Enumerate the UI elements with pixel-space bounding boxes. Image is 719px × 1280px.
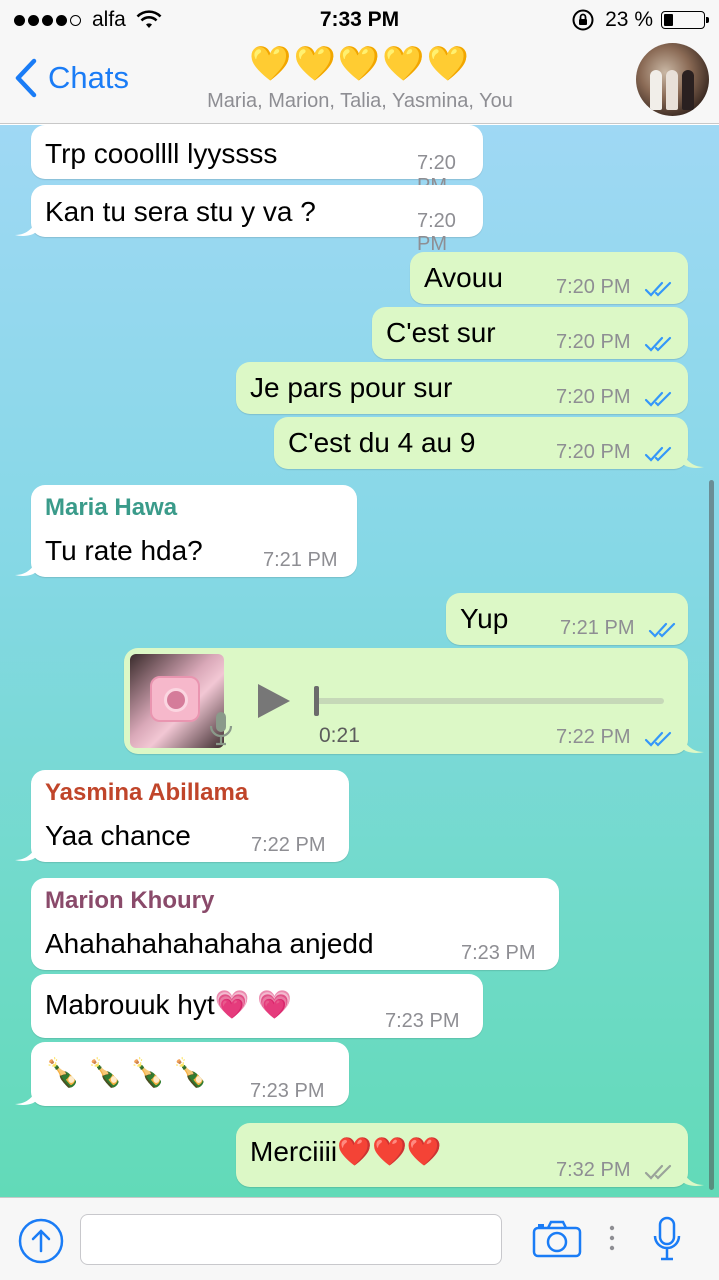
incoming-message-bubble[interactable]: Mabrouuk hyt💗 💗 7:23 PM (31, 974, 483, 1038)
message-text: Kan tu sera stu y va ? (45, 196, 316, 227)
incoming-message-bubble[interactable]: Marion Khoury Ahahahahahahaha anjedd 7:23 … (31, 878, 559, 970)
message-text: Trp cooollll lyyssss (45, 138, 278, 169)
camera-icon[interactable] (532, 1220, 582, 1258)
battery-icon (661, 11, 709, 29)
message-text: Tu rate hda? (45, 535, 203, 566)
outgoing-message-bubble[interactable]: C'est sur 7:20 PM (372, 307, 688, 359)
delivered-receipt-icon (644, 1164, 672, 1180)
group-participants[interactable]: Maria, Marion, Talia, Yasmina, You (150, 90, 570, 113)
outgoing-message-bubble[interactable]: Yup 7:21 PM (446, 593, 688, 645)
audio-duration: 0:21 (319, 724, 360, 747)
message-timestamp: 7:20 PM (417, 210, 456, 255)
bubble-tail (15, 842, 37, 861)
message-timestamp: 7:21 PM (263, 549, 338, 571)
message-timestamp: 7:23 PM (385, 1010, 460, 1032)
message-timestamp: 7:20 PM (556, 331, 631, 353)
read-receipt-icon (644, 446, 672, 462)
sender-name[interactable]: Yasmina Abillama (45, 779, 248, 807)
message-text: 🍾 🍾 🍾 🍾 (45, 1057, 208, 1088)
more-icon[interactable] (608, 1225, 616, 1251)
audio-scrubber-handle[interactable] (314, 686, 319, 716)
rotation-lock-icon (572, 9, 594, 31)
read-receipt-icon (648, 622, 676, 638)
bubble-tail (682, 1167, 704, 1186)
incoming-message-bubble[interactable]: Maria Hawa Tu rate hda? 7:21 PM (15, 485, 357, 577)
sender-name[interactable]: Marion Khoury (45, 887, 214, 915)
upload-icon[interactable] (18, 1218, 64, 1264)
read-receipt-icon (644, 391, 672, 407)
outgoing-message-bubble[interactable]: C'est du 4 au 9 7:20 PM (274, 417, 704, 469)
message-timestamp: 7:20 PM (556, 386, 631, 408)
play-icon[interactable] (256, 682, 292, 720)
message-text: C'est du 4 au 9 (288, 427, 476, 458)
sender-name[interactable]: Maria Hawa (45, 494, 177, 522)
message-input[interactable] (80, 1214, 502, 1265)
bubble-tail (15, 217, 37, 236)
microphone-icon[interactable] (652, 1216, 682, 1262)
incoming-message-bubble[interactable]: Trp cooollll lyyssss7:20 PM (31, 125, 483, 197)
outgoing-message-bubble[interactable]: Avouu 7:20 PM (410, 252, 688, 304)
message-text: Mabrouuk hyt💗 💗 (45, 989, 293, 1020)
input-bar (0, 1197, 719, 1280)
audio-progress-track[interactable] (314, 698, 664, 704)
bubble-tail (682, 449, 704, 468)
voice-note-icon (209, 712, 233, 746)
read-receipt-icon (644, 281, 672, 297)
message-text: C'est sur (386, 317, 496, 348)
read-receipt-icon (644, 731, 672, 747)
message-timestamp: 7:23 PM (250, 1080, 325, 1102)
message-timestamp: 7:21 PM (560, 617, 635, 639)
outgoing-message-bubble[interactable]: Merciiii❤️❤️❤️ 7:32 PM (236, 1123, 704, 1187)
battery-fill (664, 14, 673, 26)
battery-area: 23 % (571, 8, 709, 32)
back-label: Chats (48, 60, 129, 95)
message-text: Yaa chance (45, 820, 191, 851)
group-avatar[interactable] (636, 43, 709, 116)
audio-message-bubble[interactable]: 0:21 7:22 PM (124, 648, 704, 754)
message-timestamp: 7:22 PM (556, 726, 631, 748)
message-timestamp: 7:23 PM (461, 942, 536, 964)
read-receipt-icon (644, 336, 672, 352)
message-text: Avouu (424, 262, 503, 293)
message-text: Je pars pour sur (250, 372, 453, 403)
message-text: Yup (460, 603, 509, 634)
message-timestamp: 7:22 PM (251, 834, 326, 856)
message-text: Ahahahahahahaha anjedd (45, 928, 374, 959)
battery-percent: 23 % (605, 8, 653, 31)
incoming-message-bubble[interactable]: Kan tu sera stu y va ? 7:20 PM (15, 185, 483, 255)
chat-header: Chats 💛💛💛💛💛 Maria, Marion, Talia, Yasmin… (0, 40, 719, 124)
message-text: Merciiii❤️❤️❤️ (250, 1136, 442, 1167)
back-button[interactable]: Chats (14, 58, 129, 98)
outgoing-message-bubble[interactable]: Je pars pour sur 7:20 PM (236, 362, 688, 414)
bubble-tail (15, 1086, 37, 1105)
scrollbar[interactable] (709, 480, 714, 1190)
message-list[interactable]: Trp cooollll lyyssss7:20 PMKan tu sera s… (0, 125, 719, 1197)
incoming-message-bubble[interactable]: 🍾 🍾 🍾 🍾 7:23 PM (15, 1042, 349, 1106)
incoming-message-bubble[interactable]: Yasmina Abillama Yaa chance 7:22 PM (15, 770, 349, 862)
bubble-tail (682, 734, 704, 753)
message-timestamp: 7:20 PM (556, 441, 631, 463)
message-timestamp: 7:20 PM (556, 276, 631, 298)
bubble-tail (15, 557, 37, 576)
group-title[interactable]: 💛💛💛💛💛 (170, 44, 550, 84)
chevron-left-icon (15, 58, 37, 98)
status-bar: alfa 7:33 PM 23 % (0, 0, 719, 40)
message-timestamp: 7:32 PM (556, 1159, 631, 1181)
